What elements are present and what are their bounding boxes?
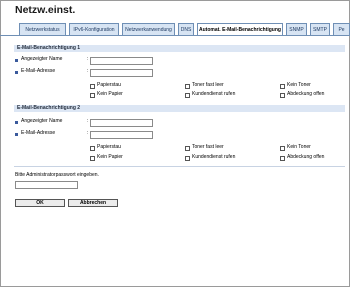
tab-bar: Netzwerkstatus IPv6-Konfiguration Netzwe… [19, 23, 350, 36]
colon: : [87, 56, 89, 62]
email-label-1: E-Mail-Adresse [21, 68, 56, 74]
checkbox-label: Papierstau [97, 82, 121, 88]
colon: : [87, 130, 89, 136]
email-label-2: E-Mail-Adresse [21, 130, 56, 136]
checkbox-toner-low-1[interactable] [185, 84, 190, 89]
bullet-icon [15, 71, 18, 74]
tab-more[interactable]: Pe [333, 23, 350, 35]
checkbox-no-paper-2[interactable] [90, 156, 95, 161]
checkbox-toner-low-2[interactable] [185, 146, 190, 151]
tab-underline [0, 35, 350, 36]
checkbox-label: Kundendienst rufen [192, 154, 236, 160]
checkbox-label: Abdeckung offen [287, 154, 325, 160]
tab-network-application[interactable]: Netzwerkanwendung [122, 23, 175, 35]
divider [14, 166, 345, 167]
colon: : [87, 118, 89, 124]
display-name-input-1[interactable] [90, 57, 153, 65]
checkbox-label: Kein Papier [97, 91, 123, 97]
checkbox-call-service-1[interactable] [185, 93, 190, 98]
display-name-input-2[interactable] [90, 119, 153, 127]
checkbox-label: Kundendienst rufen [192, 91, 236, 97]
checkbox-label: Kein Papier [97, 154, 123, 160]
bullet-icon [15, 133, 18, 136]
checkbox-label: Kein Toner [287, 144, 311, 150]
tab-network-status[interactable]: Netzwerkstatus [19, 23, 66, 35]
section-header-1: E-Mail-Benachrichtigung 1 [14, 45, 345, 52]
section-header-2: E-Mail-Benachrichtigung 2 [14, 105, 345, 112]
tab-dns[interactable]: DNS [178, 23, 194, 35]
checkbox-label: Toner fast leer [192, 144, 224, 150]
ok-button[interactable]: OK [15, 199, 65, 207]
email-input-1[interactable] [90, 69, 153, 77]
tab-ipv6-config[interactable]: IPv6-Konfiguration [69, 23, 119, 35]
cancel-button[interactable]: Abbrechen [68, 199, 118, 207]
bullet-icon [15, 59, 18, 62]
bullet-icon [15, 121, 18, 124]
admin-password-prompt: Bitte Administratorpasswort eingeben. [15, 172, 99, 178]
checkbox-cover-open-2[interactable] [280, 156, 285, 161]
tab-smtp[interactable]: SMTP [310, 23, 330, 35]
checkbox-paper-jam-2[interactable] [90, 146, 95, 151]
checkbox-label: Papierstau [97, 144, 121, 150]
checkbox-label: Kein Toner [287, 82, 311, 88]
checkbox-cover-open-1[interactable] [280, 93, 285, 98]
display-name-label-2: Angezeigter Name [21, 118, 63, 124]
display-name-label-1: Angezeigter Name [21, 56, 63, 62]
checkbox-no-toner-1[interactable] [280, 84, 285, 89]
email-input-2[interactable] [90, 131, 153, 139]
checkbox-call-service-2[interactable] [185, 156, 190, 161]
checkbox-no-toner-2[interactable] [280, 146, 285, 151]
admin-password-input[interactable] [15, 181, 78, 189]
checkbox-no-paper-1[interactable] [90, 93, 95, 98]
page-title: Netzw.einst. [15, 4, 76, 16]
checkbox-label: Abdeckung offen [287, 91, 325, 97]
colon: : [87, 68, 89, 74]
checkbox-label: Toner fast leer [192, 82, 224, 88]
checkbox-paper-jam-1[interactable] [90, 84, 95, 89]
tab-snmp[interactable]: SNMP [286, 23, 307, 35]
